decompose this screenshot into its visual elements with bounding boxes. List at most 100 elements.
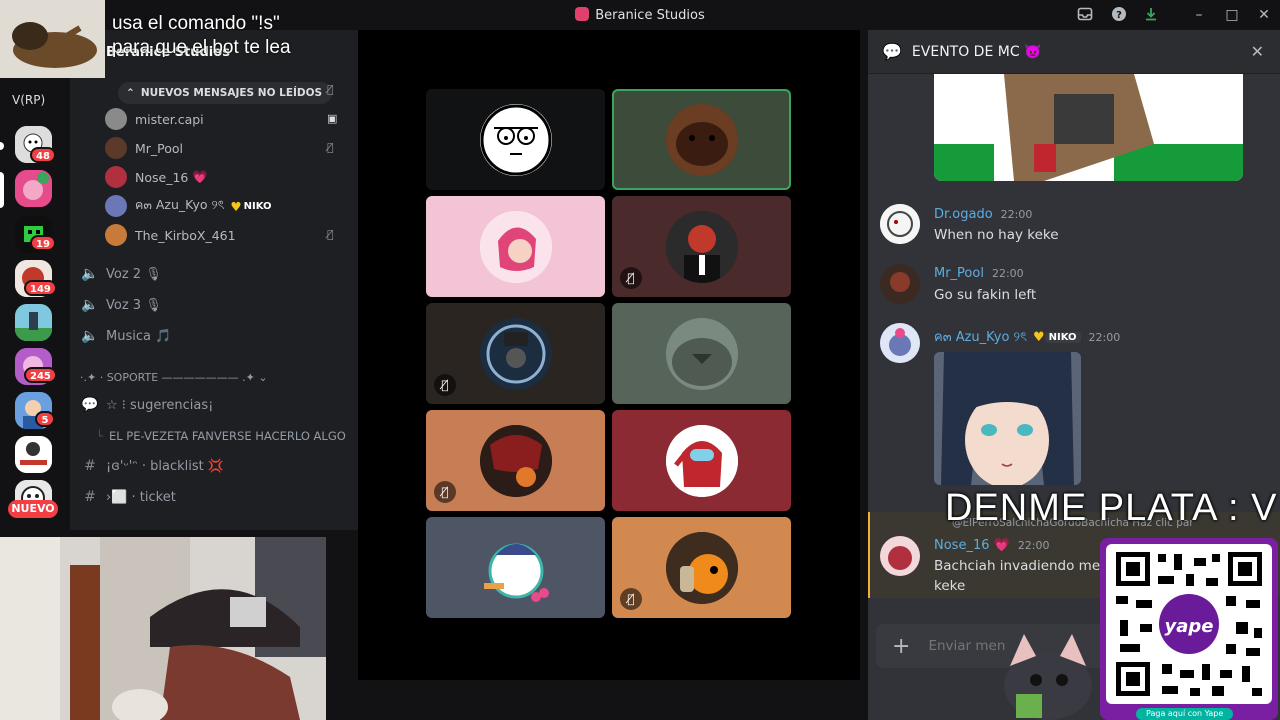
maximize-icon[interactable]: □ [1223, 6, 1241, 24]
participant-avatar [479, 317, 552, 390]
avatar[interactable] [880, 264, 920, 304]
participant-avatar [479, 424, 552, 497]
text-channel[interactable]: # ¡ɞ'ᵕ'ᵔ · blacklist 💢 [80, 454, 224, 478]
participant-tile[interactable] [426, 89, 605, 190]
heart-icon: ♥ [230, 198, 242, 214]
unread-banner[interactable]: ⌃ NUEVOS MENSAJES NO LEÍDOS [118, 82, 333, 104]
avatar[interactable] [880, 323, 920, 363]
mention-badge: 19 [30, 235, 56, 251]
voice-user[interactable]: ค๓ Azu_Kyo ୨ৎ ♥ NIKO [105, 195, 272, 217]
close-chat-icon[interactable]: ✕ [1251, 42, 1264, 61]
participant-avatar [665, 424, 738, 497]
server-icon[interactable] [15, 436, 52, 473]
participant-tile-speaking[interactable] [612, 89, 791, 190]
mute-icon: 🎙̸ [327, 83, 334, 96]
avatar[interactable] [880, 536, 920, 576]
server-icon[interactable] [15, 170, 52, 207]
screen: { "window": {"title": "Beranice Studios"… [0, 0, 1280, 720]
thread-item[interactable]: └ EL PE-VEZETA FANVERSE HACERLO ALGO [96, 424, 356, 448]
voice-channel[interactable]: 🔈 Voz 3 🎙 [80, 293, 161, 317]
server-icon[interactable] [15, 304, 52, 341]
svg-text:?: ? [1116, 10, 1122, 21]
help-icon[interactable]: ? [1110, 6, 1128, 24]
new-messages-pill[interactable]: NUEVO [8, 500, 58, 518]
voice-stage: 🎙̸ 🎙̸ 🎙̸ 🎙̸ [358, 30, 860, 680]
participant-avatar [665, 103, 738, 176]
screen-share-icon: ▣ [327, 112, 338, 125]
participant-tile[interactable] [426, 196, 605, 297]
text-channel[interactable]: # ›⬜ · ticket [80, 485, 176, 509]
minimize-icon[interactable]: – [1190, 6, 1208, 24]
voice-user[interactable]: The_KirboX_461 [105, 224, 236, 246]
image-attachment[interactable] [934, 352, 1081, 485]
voice-user[interactable]: mister.capi [105, 108, 204, 130]
participant-tile[interactable] [612, 303, 791, 404]
forum-icon: 💬 [81, 397, 99, 413]
dog-photo-overlay [0, 0, 105, 78]
chevron-up-icon: ⌃ [126, 87, 135, 99]
payment-qr-overlay: yape Paga aquí con Yape [1100, 538, 1278, 720]
server-rail-label: V(RP) [12, 93, 46, 107]
muted-icon: 🎙̸ [434, 481, 456, 503]
download-icon[interactable] [1142, 6, 1160, 24]
close-window-icon[interactable]: ✕ [1255, 6, 1273, 24]
message-header: ค๓ Azu_Kyo ୨ৎ ♥ NIKO 22:00 [934, 326, 1120, 349]
message-text: keke [934, 578, 966, 594]
message-author[interactable]: Mr_Pool [934, 266, 984, 281]
message-author[interactable]: Dr.ogado [934, 207, 993, 222]
message-time: 22:00 [1000, 208, 1033, 221]
avatar [105, 195, 127, 217]
chat-header: 💬 EVENTO DE MC 👿 ✕ [868, 30, 1280, 74]
chat-title: EVENTO DE MC 👿 [911, 43, 1042, 60]
participant-tile[interactable]: 🎙̸ [612, 196, 791, 297]
voice-user[interactable]: Nose_16 💗 [105, 166, 208, 188]
participant-avatar [470, 523, 562, 613]
qr-code: yape [1106, 544, 1272, 704]
participant-avatar [479, 103, 552, 176]
thread-branch-icon: └ [96, 429, 103, 443]
voice-channel[interactable]: 🔈 Voz 2 🎙 [80, 262, 161, 286]
mascot-sticker [996, 626, 1100, 720]
qr-footer: Paga aquí con Yape [1136, 708, 1234, 720]
avatar[interactable] [880, 204, 920, 244]
mention-badge: 245 [24, 367, 57, 383]
avatar [105, 137, 127, 159]
channel-list: Beranice Studios ⌃ NUEVOS MENSAJES NO LEÍ… [70, 30, 358, 530]
app-logo-icon [575, 7, 590, 21]
mute-icon: 🎙̸ [327, 228, 334, 241]
heart-icon: 💗 [192, 169, 208, 184]
participant-tile[interactable] [612, 410, 791, 511]
image-attachment[interactable] [934, 74, 1243, 181]
message-time: 22:00 [1088, 331, 1121, 344]
avatar [105, 224, 127, 246]
selected-pill [0, 172, 4, 208]
server-rail: V(RP) 48 19 149 245 5 NUEVO [0, 80, 70, 530]
participant-tile[interactable]: 🎙̸ [426, 303, 605, 404]
message-text: When no hay keke [934, 227, 1059, 243]
message-text: Go su fakin left [934, 287, 1037, 303]
add-attachment-icon[interactable]: + [892, 634, 910, 659]
forum-channel[interactable]: 💬 ☆ ⁝ sugerencias¡ [80, 393, 213, 417]
speaker-icon: 🔈 [81, 266, 99, 282]
muted-icon: 🎙̸ [620, 588, 642, 610]
heart-icon: ♥ [1032, 330, 1045, 345]
mute-icon: 🎙̸ [327, 141, 334, 154]
user-tag: NIKO [1044, 332, 1081, 343]
participant-tile[interactable] [426, 517, 605, 618]
message-author[interactable]: ค๓ Azu_Kyo ୨ৎ [934, 330, 1027, 345]
user-tag: NIKO [243, 200, 272, 212]
overlay-banner: DENME PLATA : V [945, 487, 1278, 529]
hash-icon: # [84, 458, 96, 474]
participant-tile[interactable]: 🎙̸ [426, 410, 605, 511]
message-author[interactable]: Nose_16 💗 [934, 538, 1010, 553]
voice-channel[interactable]: 🔈 Musica 🎵 [80, 324, 171, 348]
voice-user[interactable]: Mr_Pool [105, 137, 183, 159]
participant-tile[interactable]: 🎙̸ [612, 517, 791, 618]
muted-icon: 🎙̸ [620, 267, 642, 289]
inbox-icon[interactable] [1076, 6, 1094, 24]
participant-avatar [665, 531, 738, 604]
speaker-icon: 🔈 [81, 328, 99, 344]
participant-avatar [479, 210, 552, 283]
message-text: Bachciah invadiendo medi [934, 558, 1113, 574]
category-header[interactable]: ·.✦ · SOPORTE ——————— .✦ ⌄ [80, 365, 268, 389]
